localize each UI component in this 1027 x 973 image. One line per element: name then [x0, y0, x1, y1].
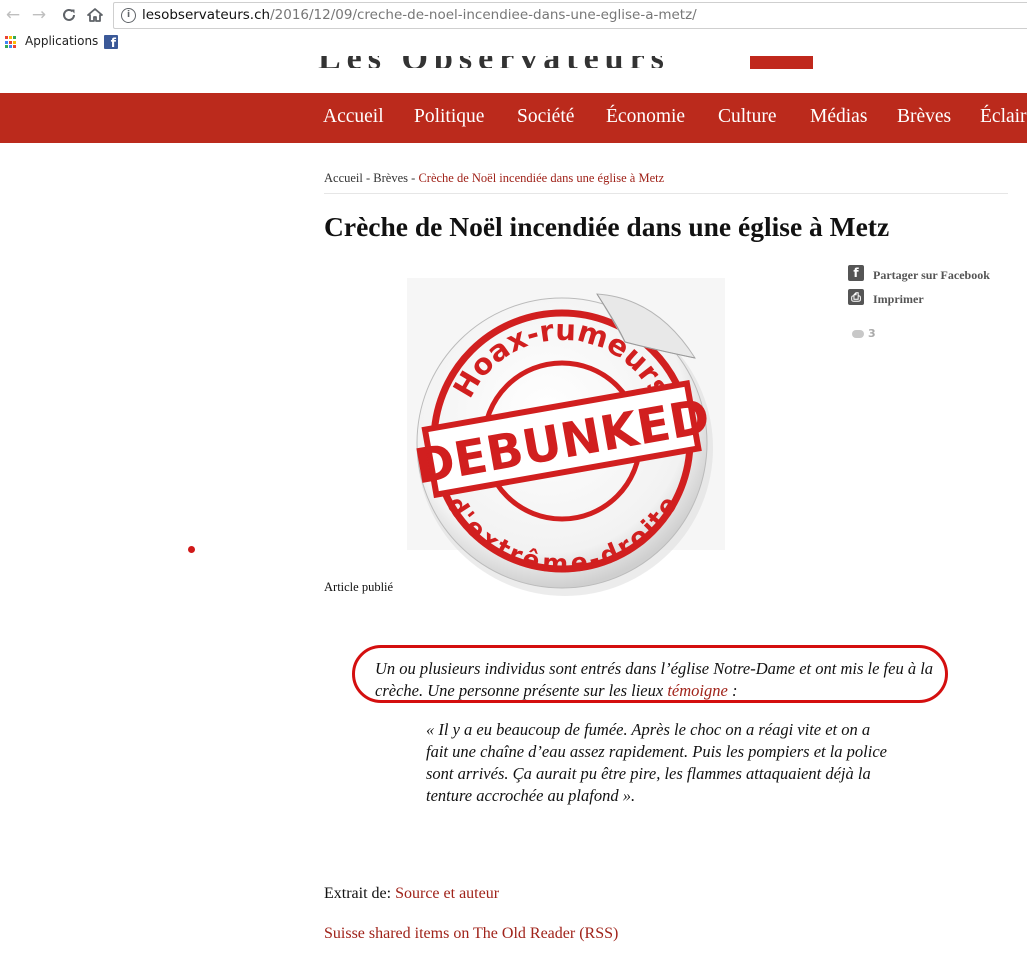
article-title: Crèche de Noël incendiée dans une église… — [324, 211, 890, 242]
print-icon: ⎙ — [848, 289, 864, 305]
source-prefix: Extrait de: — [324, 885, 396, 902]
nav-item-medias[interactable]: Médias — [810, 106, 867, 128]
nav-item-economie[interactable]: Économie — [606, 106, 685, 128]
annotation-oval — [352, 645, 948, 703]
share-facebook-label: Partager sur Facebook — [873, 268, 990, 282]
breadcrumb: Accueil - Brèves - Crèche de Noël incend… — [324, 171, 664, 186]
nav-item-accueil[interactable]: Accueil — [323, 106, 384, 128]
nav-item-politique[interactable]: Politique — [414, 106, 484, 128]
breadcrumb-home[interactable]: Accueil — [324, 171, 363, 185]
home-icon[interactable] — [84, 4, 106, 26]
debunked-sticker: Hoax-rumeurs d'extrême-droite DEBUNKED — [407, 278, 725, 598]
annotation-dot — [188, 546, 195, 553]
site-logo[interactable]: Les Observateurs — [318, 56, 750, 68]
facebook-icon: f — [848, 265, 864, 281]
url-text[interactable]: lesobservateurs.ch/2016/12/09/creche-de-… — [142, 7, 697, 23]
divider — [324, 193, 1008, 194]
breadcrumb-current[interactable]: Crèche de Noël incendiée dans une église… — [418, 171, 664, 185]
breadcrumb-section[interactable]: Brèves — [373, 171, 408, 185]
url-domain: lesobservateurs.ch — [142, 7, 271, 23]
comments-count[interactable]: 3 — [852, 327, 876, 340]
url-path: /2016/12/09/creche-de-noel-incendiee-dan… — [270, 7, 697, 23]
apps-bookmark[interactable]: Applications — [25, 34, 98, 48]
source-link[interactable]: Source et auteur — [395, 885, 499, 902]
sticker-graphic: Hoax-rumeurs d'extrême-droite DEBUNKED — [410, 293, 714, 596]
site-navigation: Accueil Politique Société Économie Cultu… — [0, 93, 1027, 143]
forward-icon[interactable]: → — [28, 4, 50, 26]
site-logo-accent — [750, 56, 813, 69]
back-icon[interactable]: ← — [2, 4, 24, 26]
breadcrumb-sep: - — [408, 171, 419, 185]
article-published: Article publié — [324, 580, 394, 594]
breadcrumb-sep: - — [362, 171, 374, 185]
shared-items-link[interactable]: Suisse shared items on The Old Reader (R… — [324, 925, 618, 943]
address-bar[interactable]: i lesobservateurs.ch/2016/12/09/creche-d… — [113, 2, 1027, 29]
info-icon[interactable]: i — [121, 8, 136, 23]
nav-item-culture[interactable]: Culture — [718, 106, 777, 128]
article-quote: « Il y a eu beaucoup de fumée. Après le … — [426, 720, 888, 805]
apps-grid-icon[interactable] — [5, 36, 18, 49]
print-label: Imprimer — [873, 292, 924, 306]
bookmarks-bar: Applications f — [0, 31, 1027, 55]
nav-item-societe[interactable]: Société — [517, 106, 574, 128]
nav-item-breves[interactable]: Brèves — [897, 106, 951, 128]
facebook-bookmark-icon[interactable]: f — [104, 35, 118, 50]
source-line: Extrait de: Source et auteur — [324, 885, 499, 903]
comment-bubble-icon — [852, 330, 864, 338]
comments-count-value: 3 — [868, 327, 876, 340]
reload-icon[interactable] — [58, 4, 80, 26]
browser-toolbar: ← → i lesobservateurs.ch/2016/12/09/crec… — [0, 0, 1027, 56]
nav-item-eclair[interactable]: Éclair — [980, 106, 1027, 128]
